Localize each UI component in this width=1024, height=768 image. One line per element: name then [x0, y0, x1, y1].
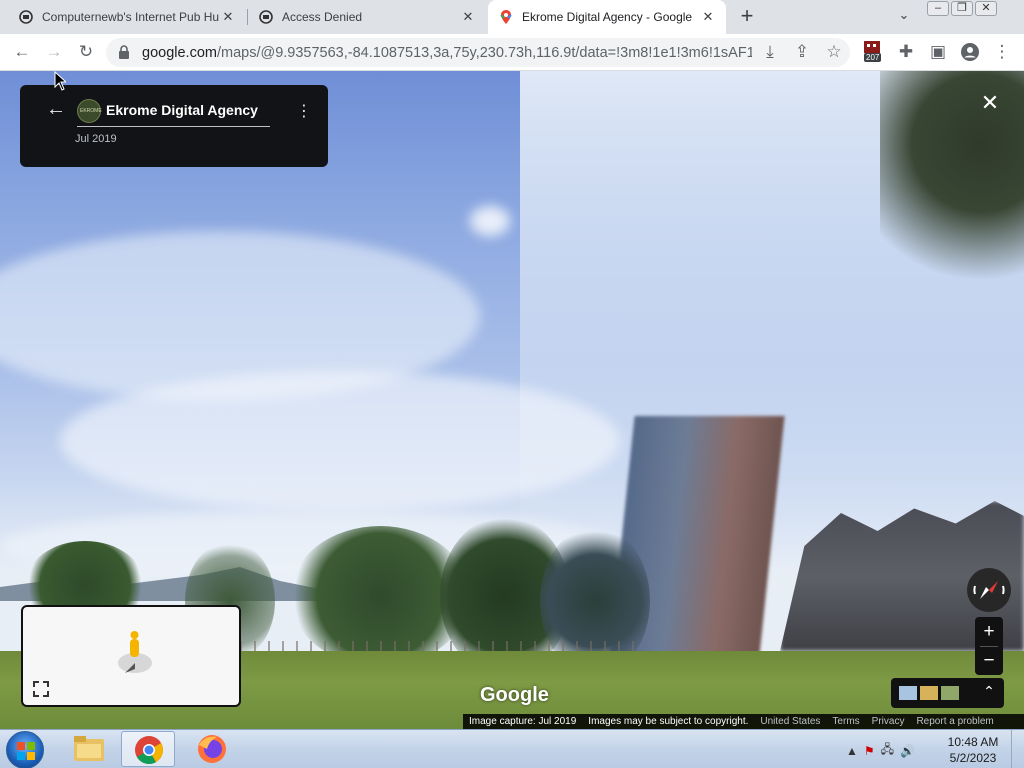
- computernewb-icon: [259, 10, 273, 24]
- compass-control[interactable]: [967, 568, 1011, 612]
- bookmark-star-icon[interactable]: ☆: [822, 40, 846, 64]
- screen: { "browser": { "tabs": [ {"title": "Comp…: [0, 0, 1024, 768]
- zoom-out-button[interactable]: −: [975, 646, 1003, 675]
- tab-google-maps[interactable]: Ekrome Digital Agency - Google ✕: [488, 0, 726, 34]
- taskbar-file-explorer[interactable]: [62, 731, 116, 767]
- close-window-button[interactable]: ✕: [975, 1, 997, 16]
- start-button[interactable]: [6, 731, 44, 768]
- reload-icon[interactable]: ↻: [74, 40, 98, 64]
- capture-date[interactable]: Jul 2019: [75, 133, 117, 145]
- photo-strip-control[interactable]: ⌃: [891, 678, 1004, 708]
- pegman-icon: [118, 631, 152, 673]
- show-desktop-button[interactable]: [1011, 730, 1024, 768]
- close-tab-icon[interactable]: ✕: [460, 9, 476, 25]
- copyright-text: Images may be subject to copyright.: [588, 716, 749, 727]
- chrome-icon: [135, 736, 163, 764]
- extension-button[interactable]: 207: [862, 40, 886, 68]
- side-panel-icon[interactable]: ▣: [926, 40, 950, 64]
- network-icon[interactable]: 🖧: [881, 740, 894, 761]
- terms-link[interactable]: Terms: [826, 716, 865, 727]
- cloud: [60, 371, 620, 511]
- taskbar-chrome[interactable]: [121, 731, 175, 767]
- install-icon[interactable]: ⤓: [758, 40, 782, 64]
- map-footer: Image capture: Jul 2019 Images may be su…: [463, 714, 1024, 729]
- place-info-card: ← EKROME Ekrome Digital Agency Jul 2019 …: [20, 85, 328, 167]
- back-icon[interactable]: ←: [10, 40, 34, 64]
- window-controls: – ❐ ✕: [927, 1, 997, 16]
- tab-access-denied[interactable]: Access Denied ✕: [248, 0, 486, 34]
- firefox-icon: [198, 735, 226, 763]
- minimize-button[interactable]: –: [927, 1, 949, 16]
- new-tab-button[interactable]: +: [734, 4, 760, 30]
- mouse-cursor-icon: [54, 71, 66, 91]
- place-title[interactable]: Ekrome Digital Agency: [106, 102, 258, 118]
- clock-date: 5/2/2023: [949, 751, 997, 765]
- menu-kebab-icon[interactable]: ⋮: [990, 40, 1014, 64]
- zoom-divider: [980, 646, 998, 647]
- volume-icon[interactable]: 🔊: [900, 744, 915, 758]
- zoom-in-button[interactable]: +: [975, 617, 1003, 646]
- tab-title: Ekrome Digital Agency - Google: [522, 10, 693, 24]
- forward-icon[interactable]: →: [42, 40, 66, 64]
- windows-logo-icon: [17, 742, 35, 760]
- title-underline: [77, 126, 270, 127]
- region-link[interactable]: United States: [754, 716, 826, 727]
- address-bar[interactable]: google.com/maps/@9.9357563,-84.1087513,3…: [106, 38, 850, 67]
- zoom-control: + −: [975, 617, 1003, 675]
- expand-up-icon[interactable]: ⌃: [981, 683, 997, 700]
- extension-badge: 207: [864, 53, 882, 62]
- lock-icon[interactable]: [118, 44, 130, 60]
- place-logo-text: EKROME: [80, 108, 102, 114]
- tab-strip: Computernewb's Internet Pub Hu ✕ Access …: [0, 0, 1024, 34]
- profile-avatar-icon[interactable]: [958, 40, 982, 64]
- extensions-puzzle-icon[interactable]: ✚: [894, 40, 918, 64]
- close-tab-icon[interactable]: ✕: [700, 9, 716, 25]
- show-hidden-icons[interactable]: ▲: [846, 744, 858, 758]
- more-options-icon[interactable]: ⋮: [296, 102, 312, 122]
- compass-icon: [973, 581, 1005, 599]
- privacy-link[interactable]: Privacy: [866, 716, 911, 727]
- photo-thumbnail[interactable]: [941, 686, 959, 700]
- system-tray: ▲ ⚑ 🖧 🔊: [846, 740, 915, 761]
- tab-search-icon[interactable]: ⌄: [894, 7, 914, 27]
- folder-icon: [74, 736, 104, 761]
- back-arrow-icon[interactable]: ←: [46, 97, 70, 121]
- report-problem-link[interactable]: Report a problem: [910, 716, 999, 727]
- google-maps-icon: [500, 10, 512, 24]
- google-logo: Google: [480, 684, 549, 706]
- close-tab-icon[interactable]: ✕: [220, 9, 236, 25]
- computernewb-icon: [19, 10, 33, 24]
- clock-time: 10:48 AM: [947, 735, 999, 749]
- url-path: /maps/@9.9357563,-84.1087513,3a,75y,230.…: [216, 45, 752, 61]
- tree-foliage: [880, 71, 1024, 311]
- close-icon[interactable]: ✕: [978, 92, 1002, 116]
- url-text[interactable]: google.com/maps/@9.9357563,-84.1087513,3…: [142, 45, 752, 61]
- taskbar-firefox[interactable]: [185, 731, 239, 767]
- calendar-extension-icon: [864, 41, 880, 53]
- place-logo: EKROME: [77, 99, 102, 123]
- photo-thumbnail[interactable]: [920, 686, 938, 700]
- photo-thumbnail[interactable]: [899, 686, 917, 700]
- windows-taskbar: ▲ ⚑ 🖧 🔊 10:48 AM 5/2/2023: [0, 729, 1024, 768]
- restore-button[interactable]: ❐: [951, 1, 973, 16]
- cloud: [470, 206, 510, 236]
- tab-computernewb[interactable]: Computernewb's Internet Pub Hu ✕: [8, 0, 246, 34]
- browser-toolbar: ← → ↻ google.com/maps/@9.9357563,-84.108…: [0, 34, 1024, 71]
- url-host: google.com: [142, 45, 217, 61]
- minimap[interactable]: [21, 605, 241, 707]
- share-icon[interactable]: ⇪: [790, 40, 814, 64]
- tab-title: Access Denied: [282, 10, 363, 24]
- tab-title: Computernewb's Internet Pub Hu: [42, 10, 220, 24]
- action-center-icon[interactable]: ⚑: [864, 744, 875, 758]
- image-capture-text: Image capture: Jul 2019: [469, 716, 577, 727]
- clock[interactable]: 10:48 AM 5/2/2023: [944, 734, 1002, 766]
- fullscreen-expand-icon[interactable]: [31, 679, 51, 699]
